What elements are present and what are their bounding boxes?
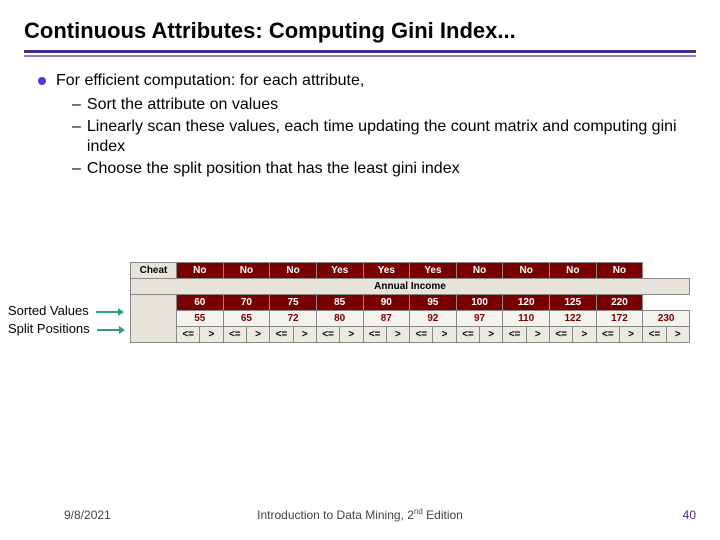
data-table: Cheat No No No Yes Yes Yes No No No No A… — [130, 262, 690, 343]
cheat-cell: Yes — [316, 263, 363, 279]
sorted-values-text: Sorted Values — [8, 303, 89, 318]
arrow-right-icon — [96, 307, 124, 317]
split-hdr-cell: > — [340, 327, 363, 343]
cheat-header: Cheat — [131, 263, 177, 279]
sorted-value-cell: 60 — [177, 295, 224, 311]
footer-center: Introduction to Data Mining, 2nd Edition — [0, 507, 720, 522]
split-hdr-cell: > — [619, 327, 642, 343]
split-hdr-cell: > — [246, 327, 269, 343]
split-hdr-cell: > — [293, 327, 316, 343]
split-hdr-cell: > — [200, 327, 223, 343]
split-hdr-cell: <= — [177, 327, 200, 343]
table-row-split-positions: 55 65 72 80 87 92 97 110 122 172 230 — [131, 311, 690, 327]
side-labels: Sorted Values Split Positions — [8, 302, 125, 338]
split-pos-cell: 230 — [643, 311, 690, 327]
bullet-main: For efficient computation: for each attr… — [38, 71, 696, 91]
table-row-annual-income-header: Annual Income — [131, 279, 690, 295]
footer-center-a: Introduction to Data Mining, 2 — [257, 508, 414, 522]
dash-icon: – — [72, 159, 81, 179]
body-text: For efficient computation: for each attr… — [24, 71, 696, 179]
title-rule — [24, 50, 696, 57]
split-pos-cell: 65 — [223, 311, 270, 327]
split-hdr-cell: > — [433, 327, 456, 343]
row-label-blank — [131, 295, 177, 343]
sorted-value-cell: 90 — [363, 295, 410, 311]
split-pos-cell: 87 — [363, 311, 410, 327]
split-pos-cell: 80 — [316, 311, 363, 327]
cheat-cell: No — [223, 263, 270, 279]
split-hdr-cell: > — [573, 327, 596, 343]
split-pos-cell: 72 — [270, 311, 317, 327]
cheat-cell: No — [456, 263, 503, 279]
table-row-cheat: Cheat No No No Yes Yes Yes No No No No — [131, 263, 690, 279]
bullet-sub-1: –Sort the attribute on values — [72, 95, 696, 115]
sorted-value-cell: 125 — [550, 295, 597, 311]
cheat-cell: No — [270, 263, 317, 279]
split-hdr-cell: > — [526, 327, 549, 343]
bullet-main-text: For efficient computation: for each attr… — [56, 71, 364, 91]
sorted-value-cell: 70 — [223, 295, 270, 311]
table-row-split-headers: <= > <= > <= > <= > <= > <= > <= > <= > … — [131, 327, 690, 343]
sorted-values-label: Sorted Values — [8, 302, 125, 320]
dash-icon: – — [72, 117, 81, 157]
bullet-sub-3-text: Choose the split position that has the l… — [87, 159, 460, 179]
sorted-value-cell: 85 — [316, 295, 363, 311]
bullet-sub-2: –Linearly scan these values, each time u… — [72, 117, 696, 157]
footer-center-b: Edition — [423, 508, 463, 522]
arrow-right-icon — [97, 325, 125, 335]
split-hdr-cell: <= — [643, 327, 666, 343]
cheat-cell: No — [550, 263, 597, 279]
bullet-sub-3: –Choose the split position that has the … — [72, 159, 696, 179]
page-title: Continuous Attributes: Computing Gini In… — [24, 18, 696, 44]
split-hdr-cell: <= — [363, 327, 386, 343]
split-hdr-cell: <= — [550, 327, 573, 343]
dash-icon: – — [72, 95, 81, 115]
annual-income-header: Annual Income — [131, 279, 690, 295]
footer: 9/8/2021 Introduction to Data Mining, 2n… — [0, 508, 720, 522]
split-positions-label: Split Positions — [8, 320, 125, 338]
split-hdr-cell: <= — [456, 327, 479, 343]
split-pos-cell: 97 — [456, 311, 503, 327]
sorted-value-cell: 220 — [596, 295, 643, 311]
split-hdr-cell: > — [386, 327, 409, 343]
split-hdr-cell: <= — [223, 327, 246, 343]
split-hdr-cell: <= — [270, 327, 293, 343]
split-hdr-cell: <= — [503, 327, 526, 343]
cheat-cell: No — [596, 263, 643, 279]
split-pos-cell: 122 — [550, 311, 597, 327]
bullet-sub-1-text: Sort the attribute on values — [87, 95, 278, 115]
footer-center-sup: nd — [414, 507, 423, 516]
split-positions-text: Split Positions — [8, 321, 90, 336]
sorted-value-cell: 100 — [456, 295, 503, 311]
split-pos-cell: 172 — [596, 311, 643, 327]
sorted-value-cell: 120 — [503, 295, 550, 311]
split-pos-cell: 110 — [503, 311, 550, 327]
split-hdr-cell: > — [480, 327, 503, 343]
bullet-sub-2-text: Linearly scan these values, each time up… — [87, 117, 696, 157]
split-hdr-cell: <= — [596, 327, 619, 343]
sorted-value-cell: 95 — [410, 295, 457, 311]
sorted-value-cell: 75 — [270, 295, 317, 311]
cheat-cell: No — [177, 263, 224, 279]
split-hdr-cell: <= — [410, 327, 433, 343]
slide: Continuous Attributes: Computing Gini In… — [0, 0, 720, 540]
cheat-cell: Yes — [410, 263, 457, 279]
bullet-icon — [38, 77, 46, 85]
split-pos-cell: 55 — [177, 311, 224, 327]
cheat-cell: No — [503, 263, 550, 279]
split-hdr-cell: > — [666, 327, 689, 343]
split-pos-cell: 92 — [410, 311, 457, 327]
table-row-sorted-values: 60 70 75 85 90 95 100 120 125 220 — [131, 295, 690, 311]
split-hdr-cell: <= — [316, 327, 339, 343]
cheat-cell: Yes — [363, 263, 410, 279]
